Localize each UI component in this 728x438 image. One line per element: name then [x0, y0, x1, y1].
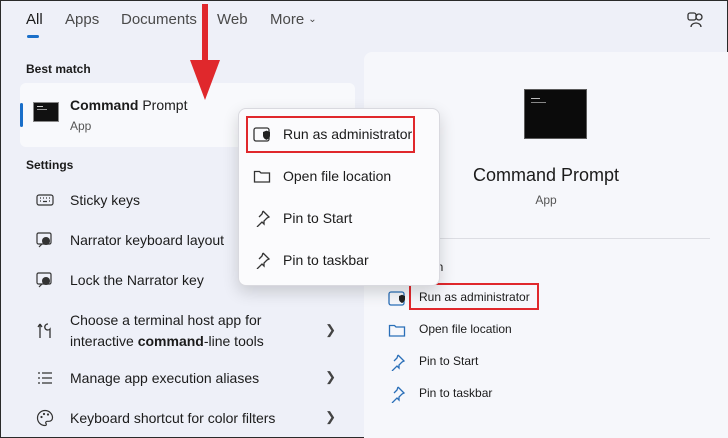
- detail-action-label: Open file location: [419, 322, 512, 336]
- settings-item-label: Lock the Narrator key: [70, 272, 204, 288]
- ctx-open-file-location[interactable]: Open file location: [253, 164, 429, 188]
- tools-icon: [37, 323, 51, 338]
- shield-icon: [388, 291, 405, 306]
- best-match-heading: Best match: [26, 62, 91, 76]
- pin-icon: [256, 252, 271, 269]
- pin-icon: [256, 210, 271, 227]
- chevron-right-icon: ❯: [325, 322, 336, 337]
- folder-icon: [388, 324, 406, 337]
- settings-item-label-line1: Choose a terminal host app for: [70, 312, 262, 328]
- narrator-icon: [36, 232, 52, 248]
- settings-item-label: Manage app execution aliases: [70, 370, 260, 386]
- pin-icon: [391, 386, 406, 403]
- settings-item-label-multiline: Choose a terminal host app for interacti…: [70, 310, 264, 352]
- label-line2-bold: command: [137, 333, 204, 349]
- settings-item-terminal-host[interactable]: Choose a terminal host app for interacti…: [20, 310, 342, 352]
- keyboard-icon: [36, 194, 54, 206]
- chevron-right-icon: ❯: [325, 409, 336, 424]
- chevron-right-icon: ❯: [325, 369, 336, 384]
- ctx-item-label: Pin to taskbar: [283, 252, 369, 268]
- chevron-down-icon: ⌄: [308, 14, 317, 25]
- highlight-box-run-as-admin: [409, 283, 539, 310]
- best-match-title: Command Prompt: [70, 97, 187, 113]
- ctx-item-label: Open file location: [283, 168, 392, 184]
- palette-icon: [36, 409, 54, 427]
- tab-apps[interactable]: Apps: [65, 11, 99, 28]
- list-icon: [38, 372, 52, 384]
- tab-documents[interactable]: Documents: [121, 11, 197, 28]
- settings-item-label: Narrator keyboard layout: [70, 232, 225, 248]
- detail-action-label: Pin to taskbar: [419, 386, 493, 400]
- settings-item-color-filters-shortcut[interactable]: Keyboard shortcut for color filters ❯: [20, 400, 342, 436]
- best-match-subtitle: App: [70, 119, 92, 133]
- detail-action-label: Pin to Start: [419, 354, 479, 368]
- ctx-item-label: Pin to Start: [283, 210, 353, 226]
- ctx-pin-to-start[interactable]: Pin to Start: [253, 206, 429, 230]
- folder-icon: [253, 170, 271, 183]
- highlight-box-ctx-run-as-admin: [246, 116, 415, 153]
- tab-more-label: More: [270, 11, 305, 28]
- search-tabs: All Apps Documents Web More ⌄: [0, 0, 680, 40]
- command-prompt-icon: [33, 102, 59, 122]
- best-match-title-rest: Prompt: [138, 97, 188, 113]
- settings-item-label: Sticky keys: [70, 192, 141, 208]
- account-switch-icon[interactable]: [686, 10, 706, 30]
- settings-item-app-execution-aliases[interactable]: Manage app execution aliases ❯: [20, 360, 342, 396]
- label-line2-suffix: -line tools: [203, 333, 264, 349]
- ctx-pin-to-taskbar[interactable]: Pin to taskbar: [253, 248, 429, 272]
- settings-heading: Settings: [26, 158, 74, 172]
- label-line2-prefix: interactive: [70, 333, 138, 349]
- best-match-title-bold: Command: [70, 97, 139, 113]
- command-prompt-large-icon: [524, 89, 587, 139]
- settings-item-label: Keyboard shortcut for color filters: [70, 410, 276, 426]
- settings-item-label-line2: interactive command-line tools: [70, 331, 264, 352]
- selection-accent: [20, 103, 23, 127]
- annotation-arrow-icon: [190, 4, 220, 100]
- tab-more[interactable]: More ⌄: [270, 11, 317, 28]
- narrator-icon: [36, 272, 52, 288]
- tab-all[interactable]: All: [26, 11, 43, 28]
- tab-active-indicator: [27, 35, 39, 38]
- pin-icon: [391, 354, 406, 371]
